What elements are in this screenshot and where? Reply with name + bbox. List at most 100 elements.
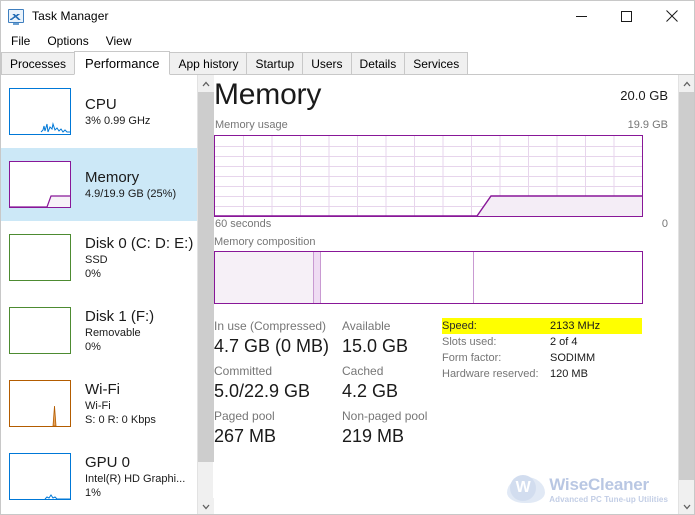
menu-item-file[interactable]: File: [7, 32, 38, 50]
sidebar-item-cpu[interactable]: CPU 3% 0.99 GHz: [1, 75, 197, 148]
sidebar-item-sub2: 0%: [85, 267, 101, 280]
tab-details[interactable]: Details: [350, 52, 406, 74]
minimize-button[interactable]: [559, 1, 604, 31]
scroll-up-icon[interactable]: [679, 75, 694, 92]
stat-value: 2133 MHz: [550, 320, 601, 332]
stat-hardware-reserved: Hardware reserved: 120 MB: [442, 366, 642, 382]
stat-row: Committed 5.0/22.9 GB Cached 4.2 GB: [214, 363, 442, 403]
scroll-down-icon[interactable]: [198, 498, 214, 514]
tab-app-history[interactable]: App history: [169, 52, 248, 74]
sidebar-item-name: Disk 1 (F:): [85, 307, 155, 325]
stat-row: Paged pool 267 MB Non-paged pool 219 MB: [214, 408, 442, 448]
menu-item-options[interactable]: Options: [43, 32, 96, 50]
sidebar-item-disk-1[interactable]: Disk 1 (F:) Removable 0%: [1, 294, 197, 367]
memory-composition-bar[interactable]: [214, 251, 643, 304]
tab-startup[interactable]: Startup: [246, 52, 304, 74]
stat-paged-pool: Paged pool 267 MB: [214, 408, 342, 448]
stat-label: Form factor:: [442, 352, 502, 364]
memory-total-capacity: 20.0 GB: [620, 88, 668, 103]
wifi-thumbnail-graph: [9, 380, 71, 427]
tab-strip: Processes Performance App history Startu…: [1, 51, 694, 75]
sidebar-item-sub1: SSD: [85, 253, 108, 266]
disk1-thumbnail-graph: [9, 307, 71, 354]
sidebar-item-sub2: 1%: [85, 486, 101, 499]
sidebar-item-gpu-0[interactable]: GPU 0 Intel(R) HD Graphi... 1%: [1, 440, 197, 513]
graph-axis-right: 0: [661, 218, 668, 230]
composition-divider-1: [313, 252, 315, 303]
sidebar-item-name: CPU: [85, 95, 117, 113]
memory-composition-label: Memory composition: [214, 236, 316, 248]
sidebar-item-text: CPU 3% 0.99 GHz: [85, 96, 150, 128]
memory-stats-left: In use (Compressed) 4.7 GB (0 MB) Availa…: [214, 318, 442, 453]
sidebar-item-sub1: 4.9/19.9 GB (25%): [85, 187, 177, 200]
sidebar-item-name: Memory: [85, 168, 140, 186]
panel-scrollbar-thumb[interactable]: [679, 92, 694, 480]
stat-label: Cached: [342, 364, 384, 378]
stat-non-paged-pool: Non-paged pool 219 MB: [342, 408, 442, 448]
sidebar-item-sub1: Intel(R) HD Graphi...: [85, 472, 186, 485]
maximize-button[interactable]: [604, 1, 649, 31]
sidebar-item-memory[interactable]: Memory 4.9/19.9 GB (25%): [1, 148, 197, 221]
sidebar-item-sub1: 3% 0.99 GHz: [85, 114, 151, 127]
content-area: CPU 3% 0.99 GHz Memory 4.9/19.9 GB (25%): [1, 75, 694, 514]
graph-title-label: Memory usage: [215, 119, 288, 131]
close-button[interactable]: [649, 1, 694, 31]
sidebar-item-name: GPU 0: [85, 453, 131, 471]
sidebar-item-sub1: Wi-Fi: [85, 399, 111, 412]
stat-label: Speed:: [442, 320, 477, 332]
graph-max-label: 19.9 GB: [627, 119, 668, 131]
stat-value: 120 MB: [550, 368, 588, 380]
composition-divider-3: [473, 252, 475, 303]
sidebar-item-text: Wi-Fi Wi-Fi S: 0 R: 0 Kbps: [85, 381, 156, 427]
sidebar-item-sub2: 0%: [85, 340, 101, 353]
stat-label: Paged pool: [214, 409, 275, 423]
sidebar-item-text: Disk 0 (C: D: E:) SSD 0%: [85, 235, 193, 281]
sidebar-item-sub1: Removable: [85, 326, 141, 339]
sidebar-scrollbar-thumb[interactable]: [198, 92, 214, 462]
stat-value: 5.0/22.9 GB: [214, 381, 311, 401]
tab-users[interactable]: Users: [302, 52, 352, 74]
tab-performance[interactable]: Performance: [74, 51, 171, 75]
sidebar-item-text: Memory 4.9/19.9 GB (25%): [85, 169, 176, 201]
memory-stats-right: Speed: 2133 MHz Slots used: 2 of 4 Form …: [442, 318, 642, 382]
graph-labels: Memory usage 19.9 GB: [214, 119, 677, 135]
composition-segment-in-use: [215, 252, 314, 303]
scroll-down-icon[interactable]: [679, 498, 694, 514]
sidebar-item-name: Wi-Fi: [85, 380, 120, 398]
stat-value: 4.2 GB: [342, 381, 399, 401]
graph-axis-labels: 60 seconds 0: [214, 218, 677, 234]
stat-value: 267 MB: [214, 426, 277, 446]
stat-label: Slots used:: [442, 336, 497, 348]
memory-detail-panel: Memory 20.0 GB Memory usage 19.9 GB 60 s…: [214, 75, 677, 514]
sidebar-item-disk-0[interactable]: Disk 0 (C: D: E:) SSD 0%: [1, 221, 197, 294]
stat-committed: Committed 5.0/22.9 GB: [214, 363, 342, 403]
title-bar: Task Manager: [1, 1, 694, 31]
memory-thumbnail-graph: [9, 161, 71, 208]
stat-label: Hardware reserved:: [442, 368, 539, 380]
graph-axis-left: 60 seconds: [215, 218, 272, 230]
composition-segment-modified: [313, 252, 321, 303]
scroll-up-icon[interactable]: [198, 75, 214, 92]
stat-form-factor: Form factor: SODIMM: [442, 350, 642, 366]
panel-scrollbar[interactable]: [678, 75, 694, 514]
stat-label: Committed: [214, 364, 273, 378]
cpu-thumbnail-graph: [9, 88, 71, 135]
sidebar-item-sub2: S: 0 R: 0 Kbps: [85, 413, 156, 426]
gpu0-thumbnail-graph: [9, 453, 71, 500]
menu-item-view[interactable]: View: [102, 32, 140, 50]
sidebar-scrollbar[interactable]: [197, 75, 214, 514]
sidebar-item-wifi[interactable]: Wi-Fi Wi-Fi S: 0 R: 0 Kbps: [1, 367, 197, 440]
tab-processes[interactable]: Processes: [1, 52, 76, 74]
stat-row: In use (Compressed) 4.7 GB (0 MB) Availa…: [214, 318, 442, 358]
stat-in-use: In use (Compressed) 4.7 GB (0 MB): [214, 318, 342, 358]
window-controls: [559, 1, 694, 31]
stat-value: 4.7 GB (0 MB): [214, 336, 330, 356]
stat-label: Non-paged pool: [342, 409, 428, 423]
stat-label: In use (Compressed): [214, 319, 327, 333]
memory-usage-graph: [214, 135, 643, 217]
window-title: Task Manager: [32, 9, 109, 23]
tab-services[interactable]: Services: [404, 52, 469, 74]
memory-usage-chart: [215, 136, 642, 216]
stat-available: Available 15.0 GB: [342, 318, 442, 358]
task-manager-icon: [8, 9, 24, 25]
